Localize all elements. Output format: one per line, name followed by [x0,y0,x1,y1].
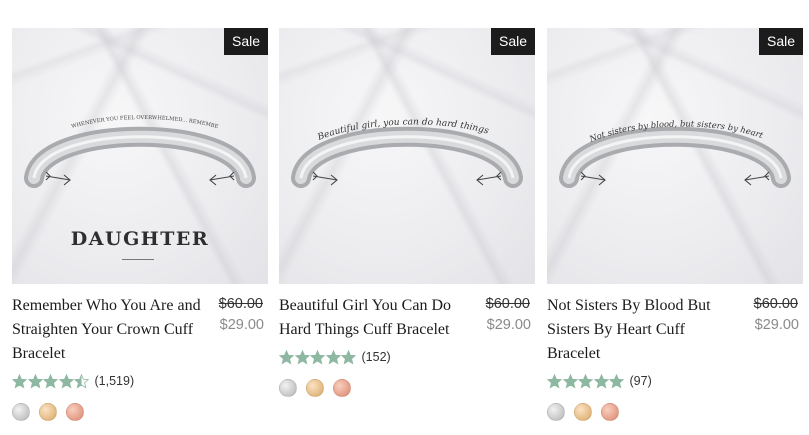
original-price: $60.00 [753,296,798,312]
star-icon [294,349,310,364]
product-rating[interactable]: (152) [279,348,391,366]
star-icon [74,373,89,388]
star-icon [279,349,294,364]
sale-price: $29.00 [219,317,264,333]
color-swatches [547,403,628,421]
original-price: $60.00 [485,296,530,312]
product-title[interactable]: Remember Who You Are and Straighten Your… [12,294,202,366]
star-icon [12,373,27,388]
product-image[interactable]: WHENEVER YOU FEEL OVERWHELMED... REMEMBE… [12,28,268,284]
swatch-rose-gold[interactable] [333,379,351,397]
swatch-silver[interactable] [279,379,297,397]
color-swatches [279,379,360,397]
product-rating[interactable]: (1,519) [12,372,134,390]
star-icon [341,349,356,364]
product-card[interactable]: Beautiful girl, you can do hard things S… [279,28,535,397]
star-icon [609,373,624,388]
sale-badge: Sale [759,28,803,55]
review-count: (152) [361,350,391,364]
star-icon [593,373,609,388]
original-price: $60.00 [218,296,263,312]
sale-price: $29.00 [486,317,531,333]
svg-text:Not sisters by blood, but sist: Not sisters by blood, but sisters by hea… [547,28,765,144]
product-title[interactable]: Not Sisters By Blood But Sisters By Hear… [547,294,737,366]
caption-divider [122,259,154,260]
svg-text:WHENEVER YOU FEEL OVERWHELMED.: WHENEVER YOU FEEL OVERWHELMED... REMEMBE… [12,28,219,130]
star-icon [562,373,578,388]
star-icon [325,349,341,364]
star-rating [547,373,625,389]
swatch-gold[interactable] [306,379,324,397]
engraving-text: WHENEVER YOU FEEL OVERWHELMED... REMEMBE… [12,28,219,130]
sale-badge: Sale [224,28,268,55]
review-count: (97) [629,374,652,388]
swatch-silver[interactable] [547,403,565,421]
product-card[interactable]: WHENEVER YOU FEEL OVERWHELMED... REMEMBE… [12,28,268,421]
star-icon [43,373,58,388]
swatch-rose-gold[interactable] [601,403,619,421]
swatch-silver[interactable] [12,403,30,421]
star-icon [578,373,593,388]
image-caption: DAUGHTER [70,228,210,250]
star-rating [12,373,90,389]
bracelet-illustration: Not sisters by blood, but sisters by hea… [547,28,791,188]
star-icon [547,373,562,388]
swatch-gold[interactable] [574,403,592,421]
star-icon [27,373,43,388]
sale-price: $29.00 [754,317,799,333]
product-card[interactable]: Not sisters by blood, but sisters by hea… [547,28,803,421]
engraving-text: Not sisters by blood, but sisters by hea… [547,28,765,144]
product-rating[interactable]: (97) [547,372,652,390]
star-rating [279,349,357,365]
star-icon [310,349,325,364]
swatch-gold[interactable] [39,403,57,421]
swatch-rose-gold[interactable] [66,403,84,421]
color-swatches [12,403,93,421]
product-image[interactable]: Not sisters by blood, but sisters by hea… [547,28,803,284]
product-image[interactable]: Beautiful girl, you can do hard things S… [279,28,535,284]
star-icon [58,373,74,388]
product-grid: WHENEVER YOU FEEL OVERWHELMED... REMEMBE… [0,0,809,435]
bracelet-illustration: Beautiful girl, you can do hard things [291,117,523,188]
product-title[interactable]: Beautiful Girl You Can Do Hard Things Cu… [279,294,469,342]
review-count: (1,519) [94,374,135,388]
sale-badge: Sale [491,28,535,55]
